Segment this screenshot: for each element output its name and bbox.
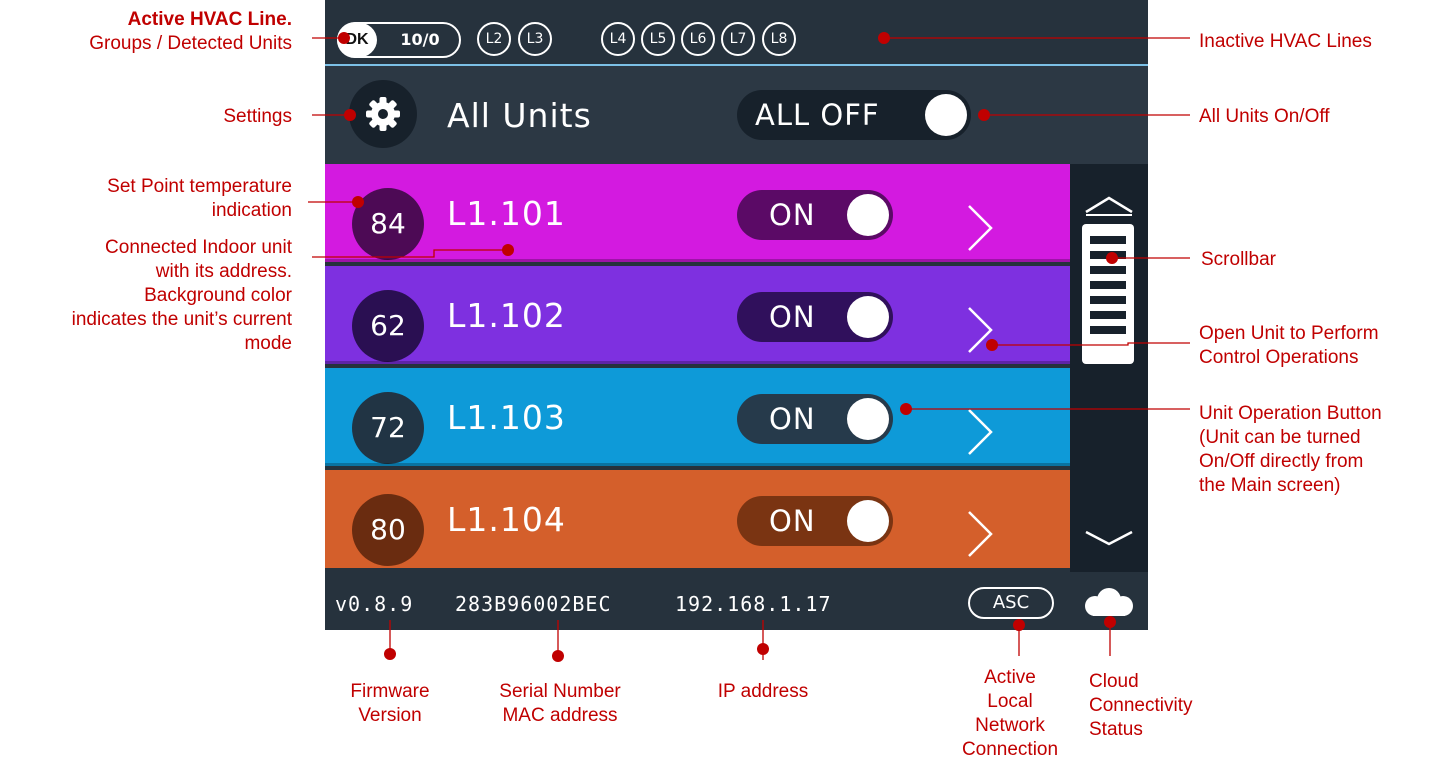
- annotation-line: Set Point temperature: [107, 176, 292, 197]
- annotation-line: Unit Operation Button: [1199, 403, 1382, 424]
- annotation-line: On/Off directly from: [1199, 451, 1364, 472]
- annotation-line: Control Operations: [1199, 347, 1359, 368]
- annotation-line: (Unit can be turned: [1199, 427, 1361, 448]
- annotation-line: indicates the unit’s current: [71, 309, 292, 330]
- annotation-line: with its address.: [155, 261, 292, 282]
- annotation-line: the Main screen): [1199, 475, 1341, 496]
- annotation-firmware: Firmware Version: [320, 680, 460, 728]
- annotation-local-network: Active Local Network Connection: [940, 666, 1080, 762]
- annotation-serial: Serial Number MAC address: [470, 680, 650, 728]
- annotation-line: MAC address: [502, 705, 618, 726]
- annotation-inactive-lines: Inactive HVAC Lines: [1199, 31, 1372, 52]
- annotation-line: Local: [987, 691, 1033, 712]
- annotation-cloud: Cloud Connectivity Status: [1089, 670, 1193, 742]
- annotation-line: Active: [984, 667, 1036, 688]
- annotation-line: Status: [1089, 719, 1143, 740]
- annotation-ip: IP address: [717, 681, 809, 702]
- annotation-active-line-desc: Groups / Detected Units: [89, 33, 292, 54]
- annotation-line: Background color: [144, 285, 292, 306]
- annotation-settings: Settings: [223, 106, 292, 127]
- annotation-scrollbar: Scrollbar: [1201, 249, 1276, 270]
- annotation-line: Connection: [961, 739, 1059, 760]
- annotation-line: Open Unit to Perform: [1199, 323, 1379, 344]
- annotation-line: Network: [975, 715, 1045, 736]
- annotation-line: Connected Indoor unit: [105, 237, 292, 258]
- annotation-active-line-title: Active HVAC Line: [127, 9, 287, 30]
- annotation-line: Firmware: [350, 681, 430, 702]
- annotation-line: mode: [244, 333, 292, 354]
- annotation-active-line: Active HVAC Line. Groups / Detected Unit…: [89, 9, 292, 54]
- annotation-line: Connectivity: [1089, 695, 1193, 716]
- annotation-setpoint: Set Point temperature indication: [0, 175, 292, 223]
- annotation-unit-operation: Unit Operation Button (Unit can be turne…: [1199, 402, 1382, 498]
- annotation-open-unit: Open Unit to Perform Control Operations: [1199, 322, 1379, 370]
- annotation-all-units-onoff: All Units On/Off: [1199, 106, 1330, 127]
- annotation-indoor-unit: Connected Indoor unit with its address. …: [0, 236, 292, 356]
- annotation-line: Serial Number: [499, 681, 621, 702]
- annotation-line: Cloud: [1089, 671, 1139, 692]
- annotation-line: Version: [358, 705, 422, 726]
- annotation-line: indication: [211, 200, 292, 221]
